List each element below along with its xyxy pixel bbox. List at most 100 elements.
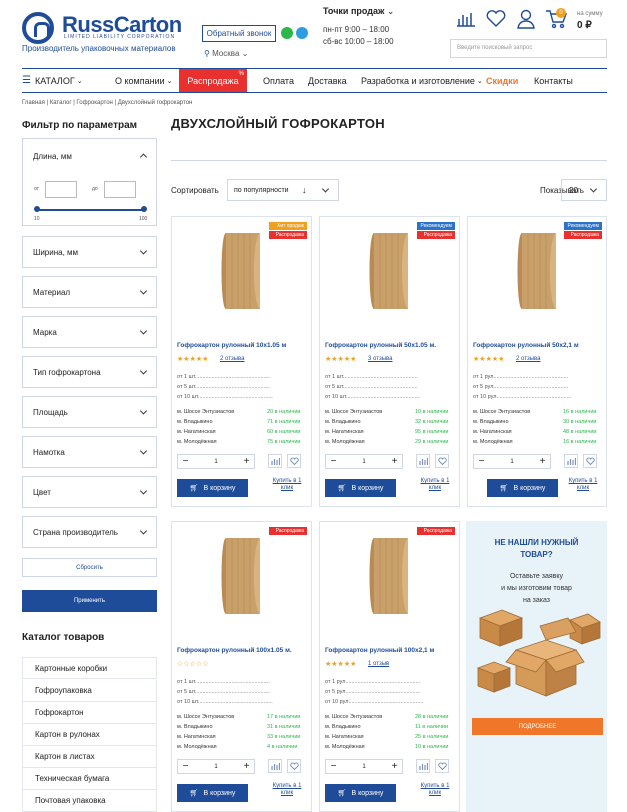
filter-winding[interactable]: Намотка (22, 436, 157, 468)
quantity-value[interactable]: 1 (341, 459, 387, 465)
product-image[interactable] (366, 229, 414, 313)
compare-icon[interactable] (268, 759, 282, 773)
nav-item-sale[interactable]: Распродажа% (179, 69, 247, 92)
quantity-value[interactable]: 1 (193, 764, 239, 770)
reset-button[interactable]: Сбросить (22, 558, 157, 577)
favorite-icon[interactable] (435, 759, 449, 773)
buy-one-click-link[interactable]: Купить в 1 клик (420, 478, 450, 492)
minus-icon[interactable]: − (178, 456, 193, 467)
filter-width[interactable]: Ширина, мм (22, 236, 157, 268)
quantity-stepper[interactable]: −1 + (325, 454, 403, 469)
product-card[interactable]: Рекомендуем Распродажа Гофрокартон рулон… (319, 216, 460, 507)
product-name[interactable]: Гофрокартон рулонный 10x1.05 м (177, 342, 286, 349)
plus-icon[interactable]: + (239, 761, 254, 772)
product-card[interactable]: Хит продаж Распродажа Гофрокартон рулонн… (171, 216, 312, 507)
catalog-item-boxes[interactable]: Картонные коробки (22, 657, 157, 679)
catalog-item-corrugated[interactable]: Гофрокартон (22, 702, 157, 724)
range-slider-max-handle[interactable] (141, 206, 147, 212)
product-card[interactable]: Рекомендуем Распродажа Гофрокартон рулон… (467, 216, 607, 507)
favorite-icon[interactable] (287, 454, 301, 468)
add-to-cart-button[interactable]: 🛒︎ В корзину (325, 479, 396, 497)
minus-icon[interactable]: − (178, 761, 193, 772)
nav-catalog[interactable]: ☰ КАТАЛОГ ⌄ (22, 69, 83, 92)
range-slider-track[interactable] (35, 209, 145, 211)
product-name[interactable]: Гофрокартон рулонный 100x2,1 м (325, 647, 434, 654)
favorites-icon[interactable] (483, 8, 509, 30)
reviews-link[interactable]: 2 отзыва (220, 356, 244, 362)
range-to-input[interactable] (104, 181, 136, 198)
nav-item-discounts[interactable]: Скидки (486, 69, 518, 92)
quantity-stepper[interactable]: −1 + (325, 759, 403, 774)
sort-select[interactable]: по популярности ↓ (227, 179, 339, 201)
range-from-input[interactable] (45, 181, 77, 198)
product-image[interactable] (366, 534, 414, 618)
buy-one-click-link[interactable]: Купить в 1 клик (272, 783, 302, 797)
compare-icon[interactable] (564, 454, 578, 468)
quantity-stepper[interactable]: −1 + (177, 759, 255, 774)
add-to-cart-button[interactable]: 🛒︎ В корзину (325, 784, 396, 802)
nav-item-development[interactable]: Разработка и изготовление ⌄ (361, 69, 483, 92)
minus-icon[interactable]: − (326, 761, 341, 772)
plus-icon[interactable]: + (387, 456, 402, 467)
add-to-cart-button[interactable]: 🛒︎ В корзину (177, 479, 248, 497)
filter-color[interactable]: Цвет (22, 476, 157, 508)
quantity-value[interactable]: 1 (489, 459, 535, 465)
sales-points-dropdown[interactable]: Точки продаж ⌄ (323, 6, 394, 17)
quantity-value[interactable]: 1 (341, 764, 387, 770)
catalog-item-tech-paper[interactable]: Техническая бумага (22, 768, 157, 790)
compare-icon[interactable] (268, 454, 282, 468)
catalog-item-sheets[interactable]: Картон в листах (22, 746, 157, 768)
filter-area[interactable]: Площадь (22, 396, 157, 428)
callback-button[interactable]: Обратный звонок (202, 25, 276, 42)
product-name[interactable]: Гофрокартон рулонный 50x1.05 м. (325, 342, 436, 349)
reviews-link[interactable]: 2 отзыва (516, 356, 540, 362)
reviews-link[interactable]: 1 отзыв (368, 661, 389, 667)
filter-material[interactable]: Материал (22, 276, 157, 308)
whatsapp-icon[interactable] (281, 27, 293, 39)
show-select[interactable]: 20 (561, 179, 607, 201)
favorite-icon[interactable] (435, 454, 449, 468)
nav-item-delivery[interactable]: Доставка (308, 69, 347, 92)
minus-icon[interactable]: − (326, 456, 341, 467)
minus-icon[interactable]: − (474, 456, 489, 467)
buy-one-click-link[interactable]: Купить в 1 клик (420, 783, 450, 797)
catalog-item-corrugated-pack[interactable]: Гофроупаковка (22, 680, 157, 702)
favorite-icon[interactable] (583, 454, 597, 468)
catalog-item-rolls[interactable]: Картон в рулонах (22, 724, 157, 746)
plus-icon[interactable]: + (387, 761, 402, 772)
plus-icon[interactable]: + (239, 456, 254, 467)
breadcrumb[interactable]: Главная | Каталог | Гофрокартон | Двухсл… (22, 100, 192, 106)
product-image[interactable] (218, 534, 266, 618)
plus-icon[interactable]: + (535, 456, 550, 467)
compare-icon[interactable] (416, 454, 430, 468)
favorite-icon[interactable] (287, 759, 301, 773)
filter-type[interactable]: Тип гофрокартона (22, 356, 157, 388)
reviews-link[interactable]: 3 отзыва (368, 356, 392, 362)
product-card[interactable]: Распродажа Гофрокартон рулонный 100x1.05… (171, 521, 312, 812)
apply-button[interactable]: Применить (22, 590, 157, 612)
telegram-icon[interactable] (296, 27, 308, 39)
product-name[interactable]: Гофрокартон рулонный 100x1.05 м. (177, 647, 292, 654)
product-image[interactable] (514, 229, 562, 313)
filter-country[interactable]: Страна производитель (22, 516, 157, 548)
nav-item-about[interactable]: О компании ⌄ (115, 69, 173, 92)
logo-icon[interactable] (22, 12, 54, 44)
range-slider-min-handle[interactable] (34, 206, 40, 212)
custom-order-banner[interactable]: НЕ НАШЛИ НУЖНЫЙ ТОВАР? Оставьте заявку и м… (466, 521, 607, 812)
quantity-stepper[interactable]: −1 + (177, 454, 255, 469)
details-button[interactable]: ПОДРОБНЕЕ (472, 718, 603, 735)
buy-one-click-link[interactable]: Купить в 1 клик (272, 478, 302, 492)
filter-length[interactable]: Длина, мм (22, 138, 157, 226)
product-name[interactable]: Гофрокартон рулонный 50x2,1 м (473, 342, 579, 349)
product-image[interactable] (218, 229, 266, 313)
compare-icon[interactable] (416, 759, 430, 773)
add-to-cart-button[interactable]: 🛒︎ В корзину (177, 784, 248, 802)
search-input[interactable]: Введите поисковый запрос (450, 39, 607, 58)
quantity-value[interactable]: 1 (193, 459, 239, 465)
buy-one-click-link[interactable]: Купить в 1 клик (568, 478, 598, 492)
chevron-up-icon[interactable] (139, 153, 148, 161)
compare-icon[interactable] (453, 8, 479, 30)
account-icon[interactable] (513, 8, 539, 30)
city-selector[interactable]: ⚲ Москва ⌄ (204, 49, 248, 58)
product-card[interactable]: Распродажа Гофрокартон рулонный 100x2,1 … (319, 521, 460, 812)
